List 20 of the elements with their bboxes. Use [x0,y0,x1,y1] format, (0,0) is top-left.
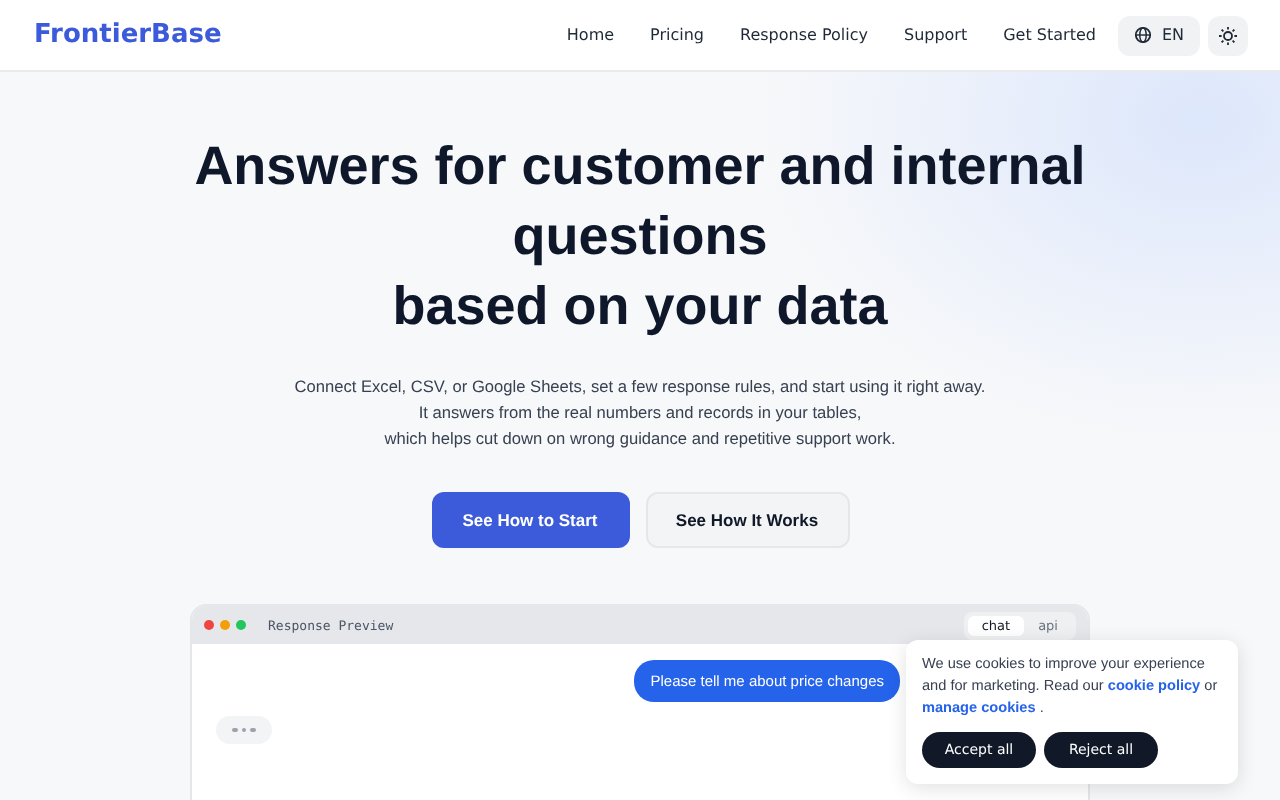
sun-icon [1218,25,1238,45]
nav-link[interactable]: Pricing [632,26,722,44]
hero-title: Answers for customer and internal questions based on your data [194,134,1086,340]
logo[interactable]: FrontierBase [34,20,222,50]
language-button[interactable]: EN [1117,15,1200,55]
description-line: Connect Excel, CSV, or Google Sheets, set a few response rules, and start using it right away. [294,374,986,400]
description-line: It answers from the real numbers and records in your tables, [418,400,862,426]
globe-icon [1133,26,1152,44]
start-button[interactable]: See How to Start [431,492,629,548]
window-dot-icon [204,620,214,630]
nav-link[interactable]: Home [548,26,633,44]
nav-link[interactable]: Response Policy [722,26,886,44]
nav-link[interactable]: Support [885,26,986,44]
window-dot-icon [220,620,230,630]
theme-toggle[interactable] [1208,15,1248,55]
window-dot-icon [236,620,246,630]
typing-indicator-icon [216,716,272,744]
works-button[interactable]: See How It Works [645,492,849,548]
nav-link[interactable]: Get Started [985,26,1114,44]
description-line: which helps cut down on wrong guidance and repetitive support work. [384,426,896,452]
